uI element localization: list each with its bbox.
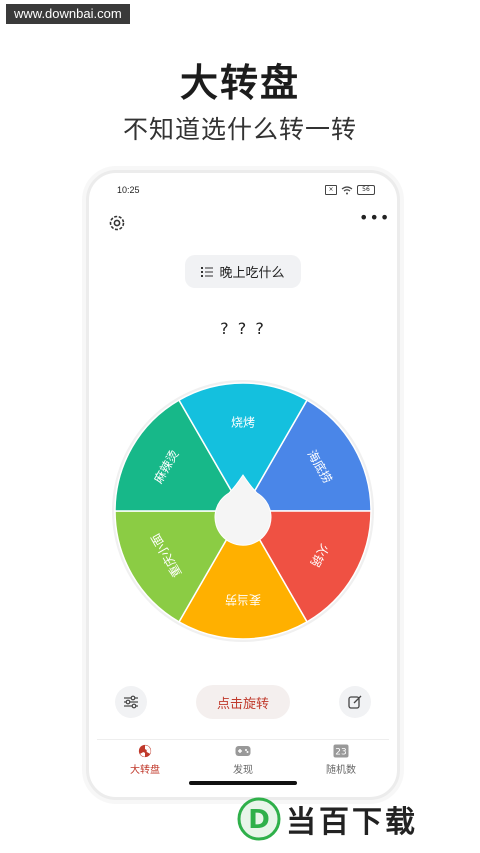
edit-button[interactable] <box>339 686 371 718</box>
tab-random-label: 随机数 <box>326 765 356 776</box>
spin-button[interactable]: 点击旋转 <box>196 685 290 719</box>
svg-text:D: D <box>248 805 270 835</box>
control-row: 点击旋转 <box>89 685 397 721</box>
adjust-button[interactable] <box>115 686 147 718</box>
watermark: www.downbai.com <box>6 4 130 24</box>
list-icon <box>201 266 214 277</box>
tab-discover-label: 发现 <box>233 765 253 776</box>
sim-icon: × <box>325 185 337 195</box>
edit-icon <box>348 695 362 709</box>
result-text: ? ? ? <box>220 319 266 338</box>
wifi-icon <box>341 185 353 194</box>
list-selector-button[interactable]: 晚上吃什么 <box>185 255 301 288</box>
wheel-segment-label: 烧烤 <box>231 415 255 430</box>
gear-icon[interactable] <box>107 213 127 233</box>
wheel-segment-label: 麦当劳 <box>225 593 261 607</box>
tab-discover[interactable]: 发现 <box>213 744 273 776</box>
status-icons: × 56 <box>325 185 375 195</box>
svg-text:23: 23 <box>335 748 346 758</box>
battery-icon: 56 <box>357 185 375 195</box>
tab-bar: 大转盘 发现 23 随机数 <box>97 739 389 776</box>
brand-logo-icon: D <box>237 797 281 841</box>
list-selector-label: 晚上吃什么 <box>219 266 285 281</box>
brand-watermark: D 当百下载 <box>236 796 418 842</box>
status-bar: 10:25 × 56 <box>89 185 397 201</box>
tab-wheel[interactable]: 大转盘 <box>115 744 175 776</box>
spin-wheel[interactable]: 海底捞 火锅 麦当劳 重庆小面 麻辣烫 烧烤 <box>111 379 375 643</box>
tab-random[interactable]: 23 随机数 <box>311 744 371 776</box>
wheel-tab-icon <box>138 744 152 758</box>
hero-subtitle: 不知道选什么转一转 <box>122 115 357 144</box>
number-badge-icon: 23 <box>333 744 349 758</box>
hero-title: 大转盘 <box>179 61 300 105</box>
sliders-icon <box>124 695 138 709</box>
more-icon[interactable]: ••• <box>359 210 389 233</box>
wheel-svg[interactable]: 海底捞火锅麦当劳重庆小面麻辣烫烧烤 <box>111 379 375 643</box>
phone-frame: 10:25 × 56 ••• 晚上吃什么 ? ? ? 海底捞 火锅 麦当劳 重庆小面麻… <box>86 170 400 800</box>
home-indicator <box>189 781 297 785</box>
status-time: 10:25 <box>117 185 140 195</box>
brand-name: 当百下载 <box>286 805 418 840</box>
gamepad-icon <box>235 746 251 756</box>
tab-wheel-label: 大转盘 <box>130 765 160 776</box>
